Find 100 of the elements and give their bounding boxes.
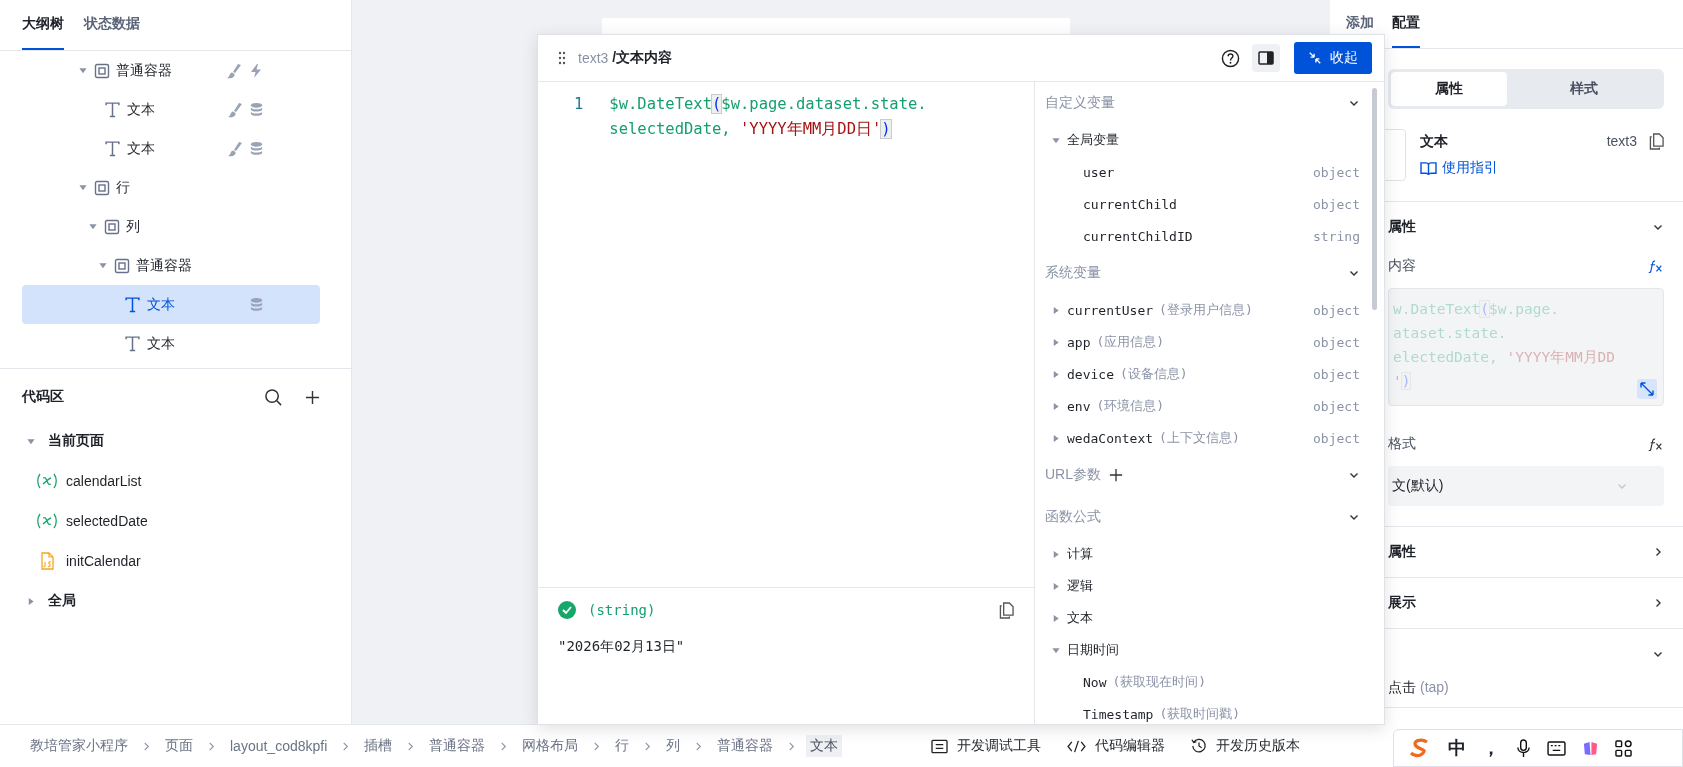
tree-item[interactable]: 普通容器 xyxy=(22,51,320,90)
caret-icon[interactable] xyxy=(1051,581,1061,591)
caret-icon[interactable] xyxy=(1051,305,1061,315)
brush-icon xyxy=(226,62,242,79)
breadcrumb-item[interactable]: 普通容器 xyxy=(713,735,778,757)
caret-icon[interactable] xyxy=(78,66,88,75)
copy-icon[interactable] xyxy=(1649,133,1664,150)
panel-tab[interactable]: 大纲树 xyxy=(22,0,64,50)
breadcrumb-item[interactable]: 页面 xyxy=(161,735,197,757)
variable-item[interactable]: Timestamp (获取时间戳) xyxy=(1045,698,1360,730)
tree-item[interactable]: 文本 xyxy=(22,285,320,324)
chevron-icon xyxy=(499,741,509,751)
line-number: 1 xyxy=(574,94,584,115)
variable-item[interactable]: currentChild object xyxy=(1045,188,1360,220)
add-icon[interactable] xyxy=(305,389,320,405)
text-icon xyxy=(124,296,141,313)
variable-item[interactable]: 逻辑 xyxy=(1045,570,1360,602)
grid-icon[interactable] xyxy=(1615,739,1632,757)
breadcrumb-item[interactable]: 教培管家小程序 xyxy=(26,735,132,757)
expand-icon[interactable] xyxy=(1637,379,1657,399)
variable-item[interactable]: 全局变量 xyxy=(1045,124,1360,156)
component-name: 文本 xyxy=(1420,133,1449,151)
breadcrumb-item[interactable]: 列 xyxy=(662,735,685,757)
caret-icon[interactable] xyxy=(1051,433,1061,443)
fx-icon[interactable] xyxy=(1648,259,1664,273)
breadcrumb-item[interactable]: 行 xyxy=(611,735,634,757)
punctuation-mode[interactable]: ， xyxy=(1482,736,1500,760)
breadcrumb-item[interactable]: layout_cod8kpfi xyxy=(226,736,332,756)
caret-icon[interactable] xyxy=(88,222,98,231)
shrink-icon xyxy=(1308,51,1322,65)
sidebar-toggle-icon[interactable] xyxy=(1252,44,1280,72)
variable-item[interactable]: env (环境信息) object xyxy=(1045,390,1360,422)
variable-item[interactable]: user object xyxy=(1045,156,1360,188)
format-select[interactable]: 文(默认) xyxy=(1388,466,1664,506)
caret-icon[interactable] xyxy=(78,183,88,192)
variable-item[interactable]: 日期时间 xyxy=(1045,634,1360,666)
drag-handle-icon[interactable] xyxy=(558,51,566,65)
toolbar-button[interactable]: 开发历史版本 xyxy=(1191,737,1300,755)
group-header[interactable]: 当前页面 xyxy=(0,421,351,461)
tree-item[interactable]: 文本 xyxy=(22,324,320,363)
section-title: 展示 xyxy=(1388,594,1416,612)
fx-icon[interactable] xyxy=(1648,437,1664,451)
variable-item[interactable]: 计算 xyxy=(1045,538,1360,570)
keyboard-icon[interactable] xyxy=(1547,740,1566,756)
result-type: (string) xyxy=(588,602,656,618)
code-item[interactable]: selectedDate xyxy=(0,501,351,541)
variable-item[interactable]: currentChildID string xyxy=(1045,220,1360,252)
skin-icon[interactable] xyxy=(1582,739,1599,757)
caret-icon[interactable] xyxy=(26,436,36,446)
container-icon xyxy=(94,179,110,196)
code-item[interactable]: calendarList xyxy=(0,461,351,501)
toolbar-button[interactable]: 代码编辑器 xyxy=(1067,737,1165,755)
collapse-button[interactable]: 收起 xyxy=(1294,42,1372,74)
scrollbar-thumb[interactable] xyxy=(1372,88,1377,310)
input-mode[interactable]: 中 xyxy=(1448,736,1466,760)
database-icon xyxy=(249,102,264,117)
caret-icon[interactable] xyxy=(1051,613,1061,623)
variable-icon xyxy=(36,473,58,489)
help-icon[interactable] xyxy=(1221,48,1240,68)
code-editor[interactable]: 1 $w.DateText($w.page.dataset.state.selectedDate, 'YYYY年MM月DD日') xyxy=(538,82,1034,587)
variable-item[interactable]: Now (获取现在时间) xyxy=(1045,666,1360,698)
search-icon[interactable] xyxy=(264,387,283,407)
tree-item[interactable]: 文本 xyxy=(22,129,320,168)
section-title: 属性 xyxy=(1388,543,1416,561)
guide-link[interactable]: 使用指引 xyxy=(1420,159,1498,177)
caret-icon[interactable] xyxy=(1051,401,1061,411)
copy-icon[interactable] xyxy=(999,601,1014,619)
caret-icon[interactable] xyxy=(1051,337,1061,347)
segment-tab[interactable]: 属性 xyxy=(1391,72,1507,106)
tree-item[interactable]: 列 xyxy=(22,207,320,246)
event-label: 点击 xyxy=(1388,679,1416,697)
container-icon xyxy=(94,62,110,79)
breadcrumb-item[interactable]: 插槽 xyxy=(360,735,397,757)
segment-tab[interactable]: 样式 xyxy=(1507,72,1661,106)
caret-icon[interactable] xyxy=(98,261,108,270)
variable-item[interactable]: currentUser (登录用户信息) object xyxy=(1045,294,1360,326)
tree-item[interactable]: 文本 xyxy=(22,90,320,129)
variable-item[interactable]: wedaContext (上下文信息) object xyxy=(1045,422,1360,454)
variable-item[interactable]: 文本 xyxy=(1045,602,1360,634)
panel-tab[interactable]: 状态数据 xyxy=(84,0,140,50)
tree-item[interactable]: 行 xyxy=(22,168,320,207)
code-item[interactable]: initCalendar xyxy=(0,541,351,581)
caret-icon[interactable] xyxy=(26,596,36,606)
variable-item[interactable]: app (应用信息) object xyxy=(1045,326,1360,358)
breadcrumb-item[interactable]: 网格布局 xyxy=(518,735,583,757)
breadcrumb-item[interactable]: 文本 xyxy=(806,735,843,757)
breadcrumb-item[interactable]: 普通容器 xyxy=(425,735,490,757)
add-icon[interactable] xyxy=(1109,468,1123,482)
caret-icon[interactable] xyxy=(1051,135,1061,145)
toolbar-button[interactable]: 开发调试工具 xyxy=(931,737,1041,755)
variable-item[interactable]: device (设备信息) object xyxy=(1045,358,1360,390)
microphone-icon[interactable] xyxy=(1516,738,1531,758)
tree-item[interactable]: 普通容器 xyxy=(22,246,320,285)
breadcrumb-path: text3 xyxy=(578,50,609,66)
caret-icon[interactable] xyxy=(1051,369,1061,379)
caret-icon[interactable] xyxy=(1051,549,1061,559)
chevron-icon xyxy=(142,741,151,751)
group-header[interactable]: 全局 xyxy=(0,581,351,621)
panel-tab[interactable]: 配置 xyxy=(1392,0,1420,48)
caret-icon[interactable] xyxy=(1051,645,1061,655)
